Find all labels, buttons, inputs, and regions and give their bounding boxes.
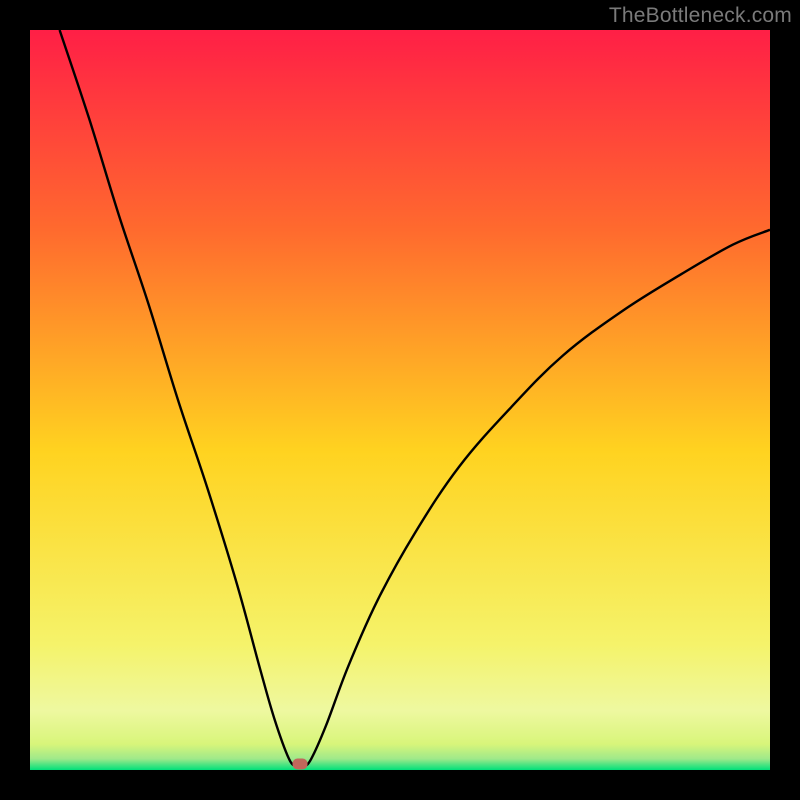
chart-frame: TheBottleneck.com <box>0 0 800 800</box>
plot-area <box>30 30 770 770</box>
bottleneck-curve <box>60 30 770 767</box>
watermark-text: TheBottleneck.com <box>609 4 792 28</box>
curve-layer <box>30 30 770 770</box>
optimum-marker <box>293 759 308 770</box>
